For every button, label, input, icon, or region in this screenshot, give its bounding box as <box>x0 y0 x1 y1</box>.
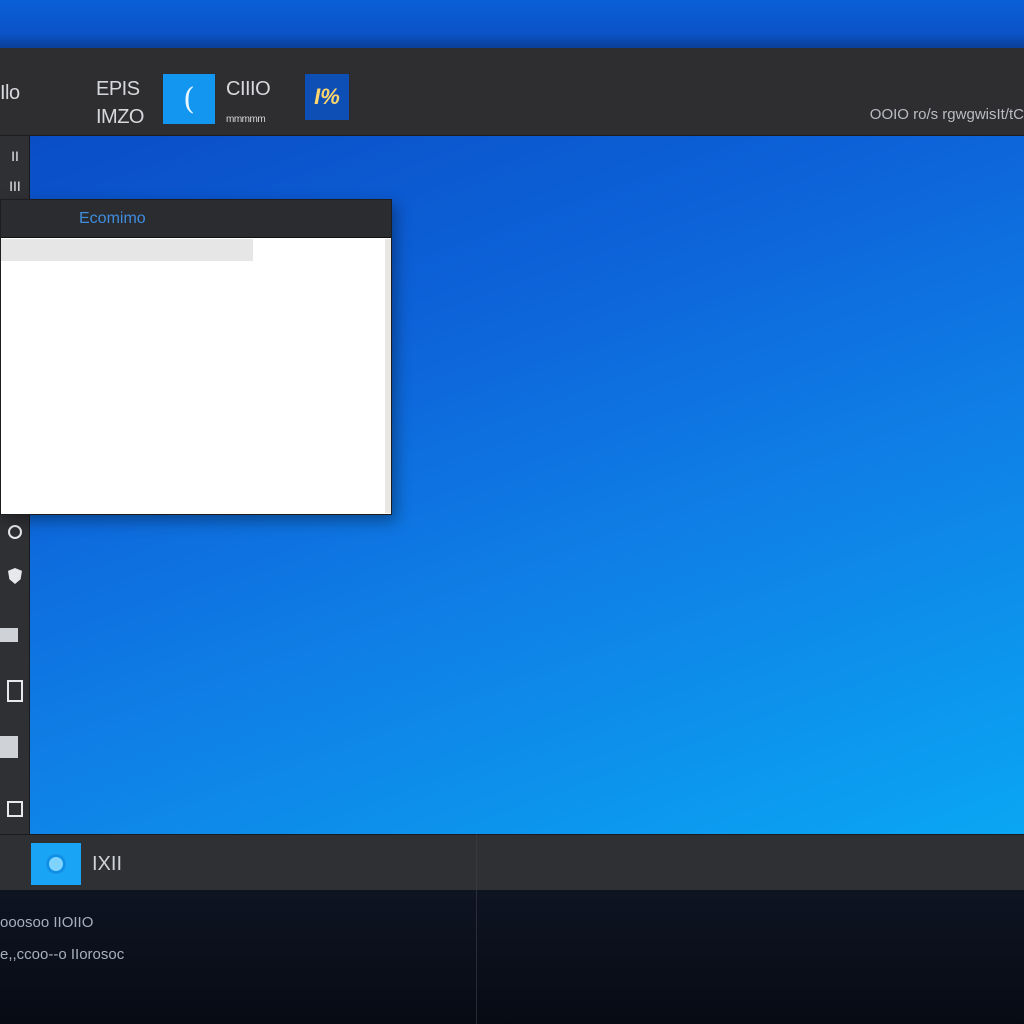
start-orb-icon <box>46 854 66 874</box>
rail-item-1[interactable]: II <box>0 144 30 168</box>
rail-list-icon[interactable] <box>0 674 30 708</box>
rail-item-2[interactable]: III <box>0 176 30 196</box>
window-title: Ecomimo <box>79 209 146 227</box>
rail-grid-icon[interactable] <box>0 796 30 822</box>
toolbar-left-label[interactable]: Ilo <box>0 82 20 104</box>
rail-shield-icon[interactable] <box>0 564 30 588</box>
toolbar-group2-bottom: mmmmm <box>226 114 266 125</box>
toolbar-group1-top[interactable]: EPIS <box>96 78 140 100</box>
toolbar-group1-bottom[interactable]: IMZO <box>96 106 145 128</box>
rail-item-bar-1[interactable] <box>0 628 18 642</box>
app-window[interactable]: Ecomimo <box>0 199 392 515</box>
window-input-field[interactable] <box>1 239 253 261</box>
bottom-line-1: ooosoo IIOIIO <box>0 914 94 931</box>
taskbar-app-label[interactable]: IXII <box>92 853 122 876</box>
screen-divider <box>476 834 477 1024</box>
bottom-area: ooosoo IIOIIO e,,ccoo--o IIorosoc <box>0 890 1024 1024</box>
bottom-line-2: e,,ccoo--o IIorosoc <box>0 946 125 963</box>
window-title-bar[interactable]: Ecomimo <box>1 200 391 238</box>
app-tile-1-icon[interactable]: ( <box>163 74 215 124</box>
taskbar: IXII <box>0 834 1024 890</box>
window-scroll-edge[interactable] <box>385 239 391 513</box>
top-blue-strip <box>0 0 1024 48</box>
rail-power-icon[interactable] <box>0 518 30 546</box>
top-toolbar: Ilo EPIS IMZO ( CIIIO mmmmm I% OOIO ro/s… <box>0 48 1024 136</box>
app-tile-2-icon[interactable]: I% <box>305 74 349 120</box>
start-button[interactable] <box>31 843 81 885</box>
rail-item-bar-2[interactable] <box>0 736 18 758</box>
toolbar-group2-top[interactable]: CIIIO <box>226 78 271 100</box>
toolbar-status-text: OOIO ro/s rgwgwisIt/tC <box>869 106 1024 123</box>
